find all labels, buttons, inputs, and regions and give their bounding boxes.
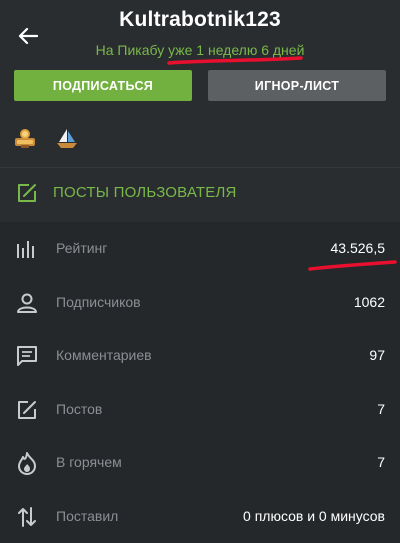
user-posts-link[interactable]: ПОСТЫ ПОЛЬЗОВАТЕЛЯ <box>0 168 400 218</box>
subscribe-button[interactable]: ПОДПИСАТЬСЯ <box>14 70 192 101</box>
stat-label: В горячем <box>56 454 122 470</box>
red-underline-annotation <box>165 55 305 69</box>
stat-rating: Рейтинг 43.526,5 <box>0 222 400 276</box>
stat-posts: Постов 7 <box>0 383 400 437</box>
edit-icon <box>15 181 39 210</box>
stat-value: 97 <box>369 347 385 363</box>
stat-value: 43.526,5 <box>331 240 386 256</box>
person-icon <box>14 290 40 316</box>
stat-label: Комментариев <box>56 347 152 363</box>
stat-value: 7 <box>377 401 385 417</box>
stat-label: Подписчиков <box>56 294 141 310</box>
profile-header: Kultrabotnik123 На Пикабу уже 1 неделю 6… <box>0 0 400 222</box>
stat-label: Поставил <box>56 508 118 524</box>
stat-label: Постов <box>56 401 102 417</box>
stat-comments: Комментариев 97 <box>0 329 400 383</box>
flame-icon <box>14 450 40 476</box>
user-posts-label: ПОСТЫ ПОЛЬЗОВАТЕЛЯ <box>53 184 237 201</box>
username-title: Kultrabotnik123 <box>0 8 400 32</box>
red-underline-annotation <box>306 260 398 272</box>
bar-chart-icon <box>14 236 40 262</box>
ignore-list-button[interactable]: ИГНОР-ЛИСТ <box>208 70 386 101</box>
stat-value: 1062 <box>354 294 385 310</box>
stat-hot: В горячем 7 <box>0 436 400 490</box>
stat-subscribers: Подписчиков 1062 <box>0 276 400 330</box>
awards-row <box>12 126 80 150</box>
user-stats-list: Рейтинг 43.526,5 Подписчиков 1062 Коммен… <box>0 222 400 543</box>
stat-label: Рейтинг <box>56 240 107 256</box>
sailboat-award-icon[interactable] <box>54 126 80 150</box>
stat-votes-given: Поставил 0 плюсов и 0 минусов <box>0 490 400 543</box>
edit-icon <box>14 397 40 423</box>
stat-value: 7 <box>377 454 385 470</box>
comment-icon <box>14 343 40 369</box>
medal-100-award-icon[interactable] <box>12 126 38 150</box>
swap-vertical-icon <box>14 504 40 530</box>
stat-value: 0 плюсов и 0 минусов <box>243 508 385 524</box>
